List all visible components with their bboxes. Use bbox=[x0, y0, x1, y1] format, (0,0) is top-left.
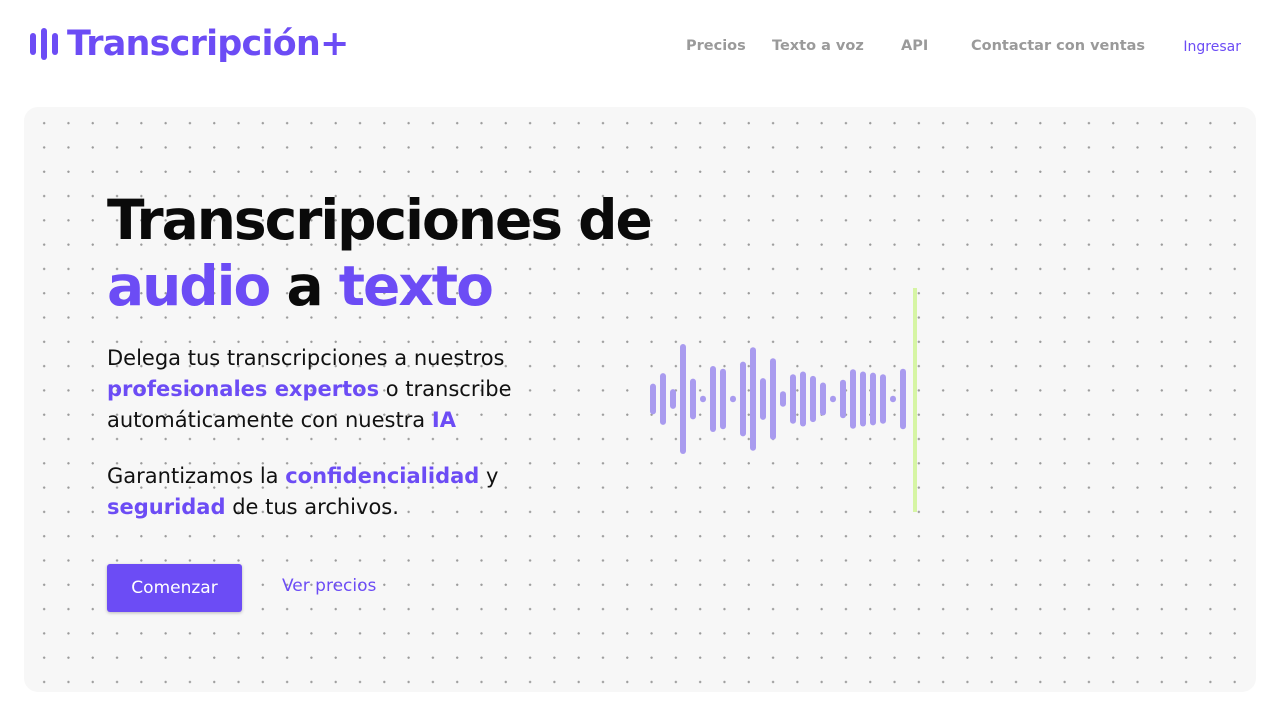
waveform-bar bbox=[760, 378, 766, 420]
waveform-bar bbox=[800, 371, 806, 427]
hero-description-text: Delega tus transcripciones a nuestros bbox=[107, 346, 505, 370]
waveform-bar bbox=[790, 374, 796, 424]
waveform-bar bbox=[840, 379, 846, 419]
hero-title-texto: texto bbox=[338, 254, 494, 318]
waveform-bar bbox=[730, 395, 736, 403]
start-button[interactable]: Comenzar bbox=[107, 564, 242, 612]
hero-description: Delega tus transcripciones a nuestros pr… bbox=[107, 343, 512, 436]
highlight-confidencialidad: confidencialidad bbox=[285, 464, 480, 488]
waveform-bar bbox=[680, 344, 686, 454]
hero-description-text: automáticamente con nuestra bbox=[107, 408, 426, 432]
highlight-seguridad: seguridad bbox=[107, 495, 226, 519]
waveform-bar bbox=[690, 378, 696, 420]
brand-logo[interactable]: Transcripción+ bbox=[30, 22, 349, 66]
waveform-playhead bbox=[913, 288, 917, 512]
waveform-bar bbox=[870, 372, 876, 426]
waveform-bar bbox=[720, 368, 726, 430]
hero-title-audio: audio bbox=[107, 254, 271, 318]
hero-title-a: a bbox=[286, 254, 323, 318]
nav-item-contactar-ventas[interactable]: Contactar con ventas bbox=[971, 38, 1145, 54]
hero-security-note: Garantizamos la confidencialidad y segur… bbox=[107, 461, 498, 523]
waveform-bar bbox=[710, 366, 716, 432]
waveform-bar bbox=[880, 374, 886, 424]
hero-description-text: o transcribe bbox=[385, 377, 512, 401]
waveform-bar bbox=[850, 369, 856, 429]
waveform-bar bbox=[740, 361, 746, 437]
login-link[interactable]: Ingresar bbox=[1183, 39, 1241, 55]
audio-waveform-graphic bbox=[650, 288, 917, 512]
waveform-bar bbox=[860, 371, 866, 427]
waveform-bar bbox=[900, 368, 906, 430]
waveform-bar bbox=[650, 383, 656, 415]
brand-name: Transcripción+ bbox=[67, 23, 349, 64]
security-note-text: y bbox=[486, 464, 499, 488]
nav-item-api[interactable]: API bbox=[901, 38, 928, 54]
waveform-bar bbox=[890, 395, 896, 403]
waveform-bar bbox=[810, 375, 816, 423]
sound-bars-icon bbox=[30, 28, 58, 60]
view-pricing-link[interactable]: Ver precios bbox=[282, 576, 376, 596]
waveform-bar bbox=[770, 358, 776, 440]
highlight-ia: IA bbox=[431, 408, 456, 432]
site-header: Transcripción+ Precios Texto a voz API C… bbox=[0, 0, 1280, 96]
security-note-text: de tus archivos. bbox=[232, 495, 399, 519]
hero-section: Transcripciones de audio a texto Delega … bbox=[24, 107, 1256, 692]
waveform-bar bbox=[750, 347, 756, 451]
waveform-bar bbox=[700, 395, 706, 403]
waveform-bar bbox=[660, 373, 666, 425]
hero-title-line1: Transcripciones de bbox=[107, 188, 653, 252]
waveform-bar bbox=[830, 395, 836, 403]
nav-item-texto-a-voz[interactable]: Texto a voz bbox=[772, 38, 864, 54]
highlight-profesionales: profesionales expertos bbox=[107, 377, 380, 401]
security-note-text: Garantizamos la bbox=[107, 464, 279, 488]
nav-item-precios[interactable]: Precios bbox=[686, 38, 746, 54]
waveform-bar bbox=[780, 391, 786, 407]
waveform-bar bbox=[670, 389, 676, 409]
hero-title: Transcripciones de audio a texto bbox=[107, 187, 653, 319]
waveform-bar bbox=[820, 382, 826, 416]
